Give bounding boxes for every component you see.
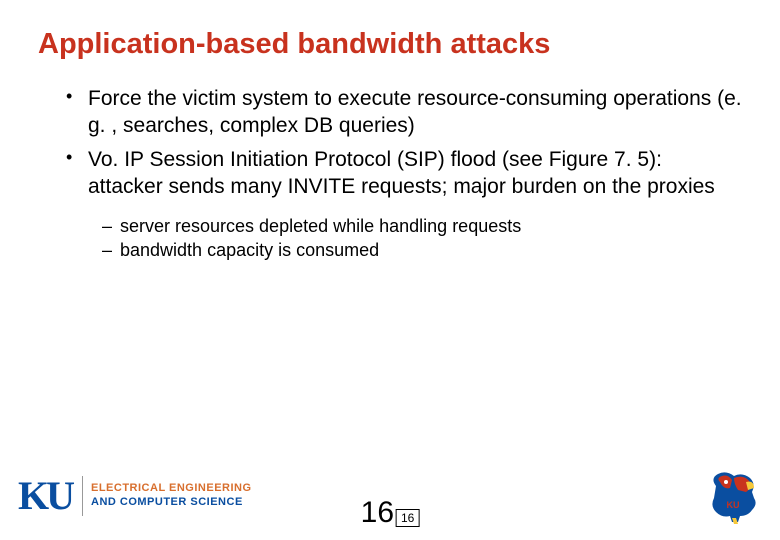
department-line1: ELECTRICAL ENGINEERING xyxy=(91,482,252,496)
page-number-box: 16 xyxy=(396,509,419,527)
department-text: ELECTRICAL ENGINEERING AND COMPUTER SCIE… xyxy=(91,482,252,510)
department-line2: AND COMPUTER SCIENCE xyxy=(91,496,252,510)
ku-logo-block: KU ELECTRICAL ENGINEERING AND COMPUTER S… xyxy=(18,476,252,516)
bullet-item: Vo. IP Session Initiation Protocol (SIP)… xyxy=(66,146,742,201)
sub-bullet-list: server resources depleted while handling… xyxy=(38,214,742,263)
sub-bullet-item: bandwidth capacity is consumed xyxy=(102,238,742,262)
slide-title: Application-based bandwidth attacks xyxy=(38,28,742,61)
bullet-item: Force the victim system to execute resou… xyxy=(66,85,742,140)
ku-logo-mark: KU xyxy=(18,476,83,516)
page-number-large: 16 xyxy=(361,496,394,530)
sub-bullet-item: server resources depleted while handling… xyxy=(102,214,742,238)
jayhawk-logo-icon: KU xyxy=(704,468,762,524)
page-number-block: 16 16 xyxy=(361,496,420,530)
slide: Application-based bandwidth attacks Forc… xyxy=(0,0,780,540)
main-bullet-list: Force the victim system to execute resou… xyxy=(38,85,742,200)
svg-text:KU: KU xyxy=(727,500,740,510)
